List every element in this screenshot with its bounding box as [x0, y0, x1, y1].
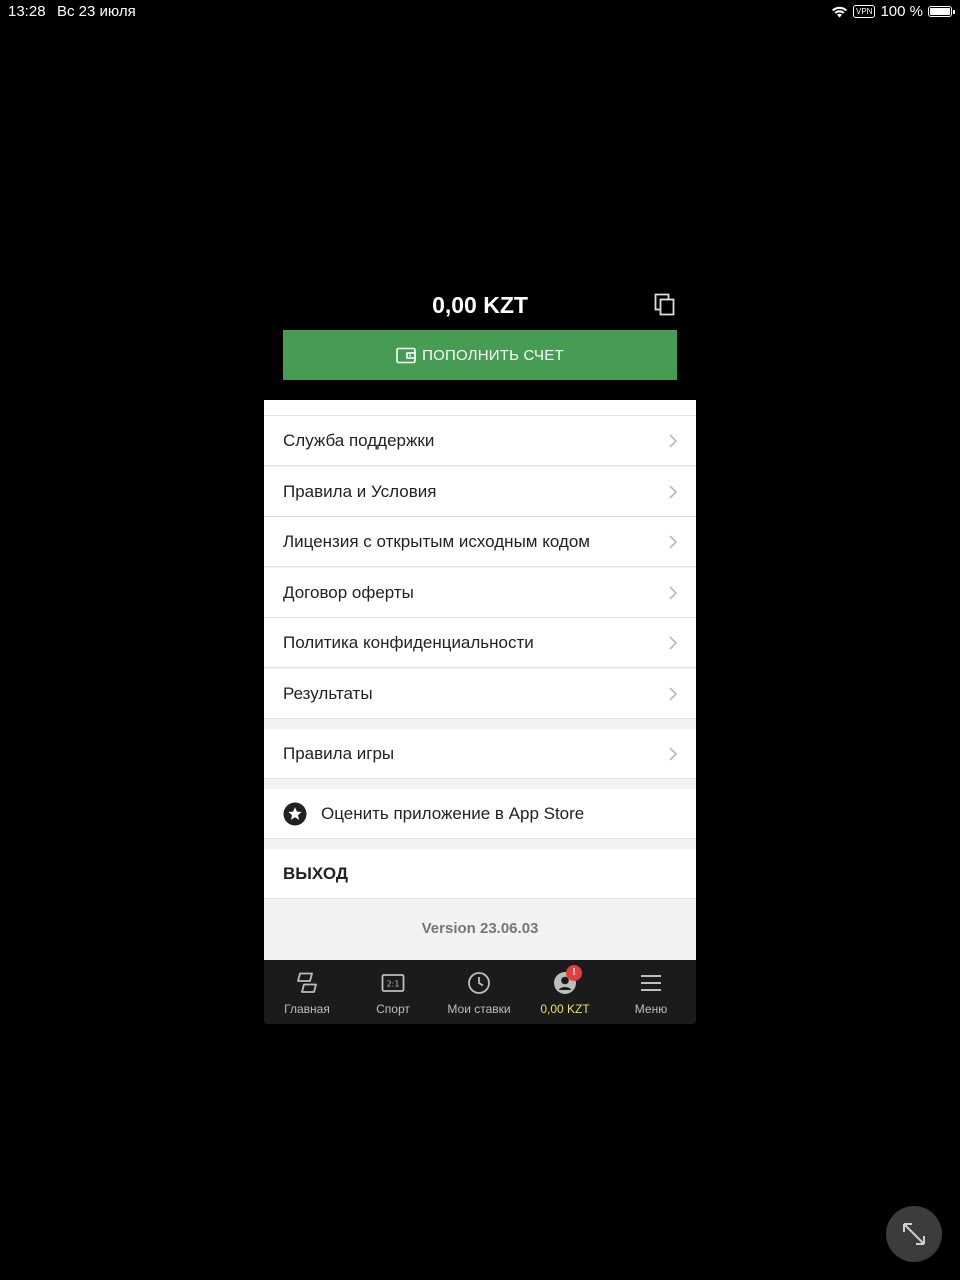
tab-account[interactable]: ! 0,00 KZT	[522, 960, 608, 1024]
deposit-button-label: ПОПОЛНИТЬ СЧЕТ	[422, 346, 564, 364]
menu-item-offer-agreement[interactable]: Договор оферты	[264, 568, 696, 618]
battery-percent: 100 %	[880, 3, 923, 20]
clock-icon	[468, 972, 490, 994]
status-date: Вс 23 июля	[57, 3, 136, 20]
menu-item-label: Служба поддержки	[283, 431, 435, 450]
status-bar: 13:28 Вс 23 июля VPN 100 %	[0, 0, 960, 24]
expand-icon	[903, 1223, 925, 1245]
tab-my-bets[interactable]: Мои ставки	[436, 960, 522, 1024]
menu-item-label: Правила игры	[283, 744, 395, 763]
copy-icon[interactable]	[654, 293, 676, 317]
tab-label: Меню	[634, 1002, 668, 1016]
logout-label: ВЫХОД	[283, 864, 348, 883]
tab-sport[interactable]: 2:1 Спорт	[350, 960, 436, 1024]
menu-item-hidden[interactable]	[264, 400, 696, 416]
balance-amount: 0,00 KZT	[432, 292, 528, 318]
expand-button[interactable]	[886, 1206, 942, 1262]
menu-item-open-source-license[interactable]: Лицензия с открытым исходным кодом	[264, 517, 696, 567]
tab-label: 0,00 KZT	[540, 1002, 590, 1016]
chevron-right-icon	[669, 687, 678, 701]
tab-home[interactable]: Главная	[264, 960, 350, 1024]
star-icon	[283, 802, 307, 826]
menu-item-label: Лицензия с открытым исходным кодом	[283, 532, 590, 551]
menu-item-privacy-policy[interactable]: Политика конфиденциальности	[264, 618, 696, 668]
tab-label: Главная	[284, 1002, 330, 1016]
battery-icon	[928, 6, 955, 17]
home-icon	[297, 972, 317, 993]
app-version: Version 23.06.03	[421, 920, 539, 937]
svg-text:2:1: 2:1	[387, 980, 400, 989]
menu-item-label: Политика конфиденциальности	[283, 633, 534, 652]
menu-item-game-rules[interactable]: Правила игры	[264, 729, 696, 779]
deposit-button[interactable]: ПОПОЛНИТЬ СЧЕТ	[283, 330, 677, 380]
menu-item-results[interactable]: Результаты	[264, 669, 696, 719]
menu-item-terms[interactable]: Правила и Условия	[264, 467, 696, 517]
logout-button[interactable]: ВЫХОД	[264, 849, 696, 899]
tab-menu[interactable]: Меню	[608, 960, 694, 1024]
hamburger-icon	[641, 975, 661, 991]
tab-label: Мои ставки	[447, 1002, 511, 1016]
vpn-badge: VPN	[853, 5, 876, 18]
menu-item-label: Договор оферты	[283, 583, 414, 602]
notification-badge: !	[566, 965, 582, 981]
wallet-icon	[396, 347, 416, 363]
menu-item-support[interactable]: Служба поддержки	[264, 416, 696, 466]
tab-label: Спорт	[376, 1002, 410, 1016]
chevron-right-icon	[669, 747, 678, 761]
menu-panel: Служба поддержки Правила и Условия Лицен…	[264, 400, 696, 960]
menu-item-label: Оценить приложение в App Store	[321, 804, 585, 823]
chevron-right-icon	[669, 586, 678, 600]
status-time: 13:28	[8, 3, 46, 20]
chevron-right-icon	[669, 636, 678, 650]
scoreboard-icon: 2:1	[381, 974, 405, 992]
chevron-right-icon	[669, 434, 678, 448]
wifi-icon	[832, 6, 847, 18]
status-indicators: VPN 100 %	[831, 3, 955, 20]
tab-bar: Главная 2:1 Спорт Мои ставки ! 0,00 KZT …	[264, 960, 696, 1024]
menu-item-label: Результаты	[283, 684, 373, 703]
menu-item-rate-app[interactable]: Оценить приложение в App Store	[264, 789, 696, 839]
chevron-right-icon	[669, 485, 678, 499]
balance-header: 0,00 KZT	[264, 280, 696, 330]
chevron-right-icon	[669, 535, 678, 549]
menu-item-label: Правила и Условия	[283, 482, 437, 501]
